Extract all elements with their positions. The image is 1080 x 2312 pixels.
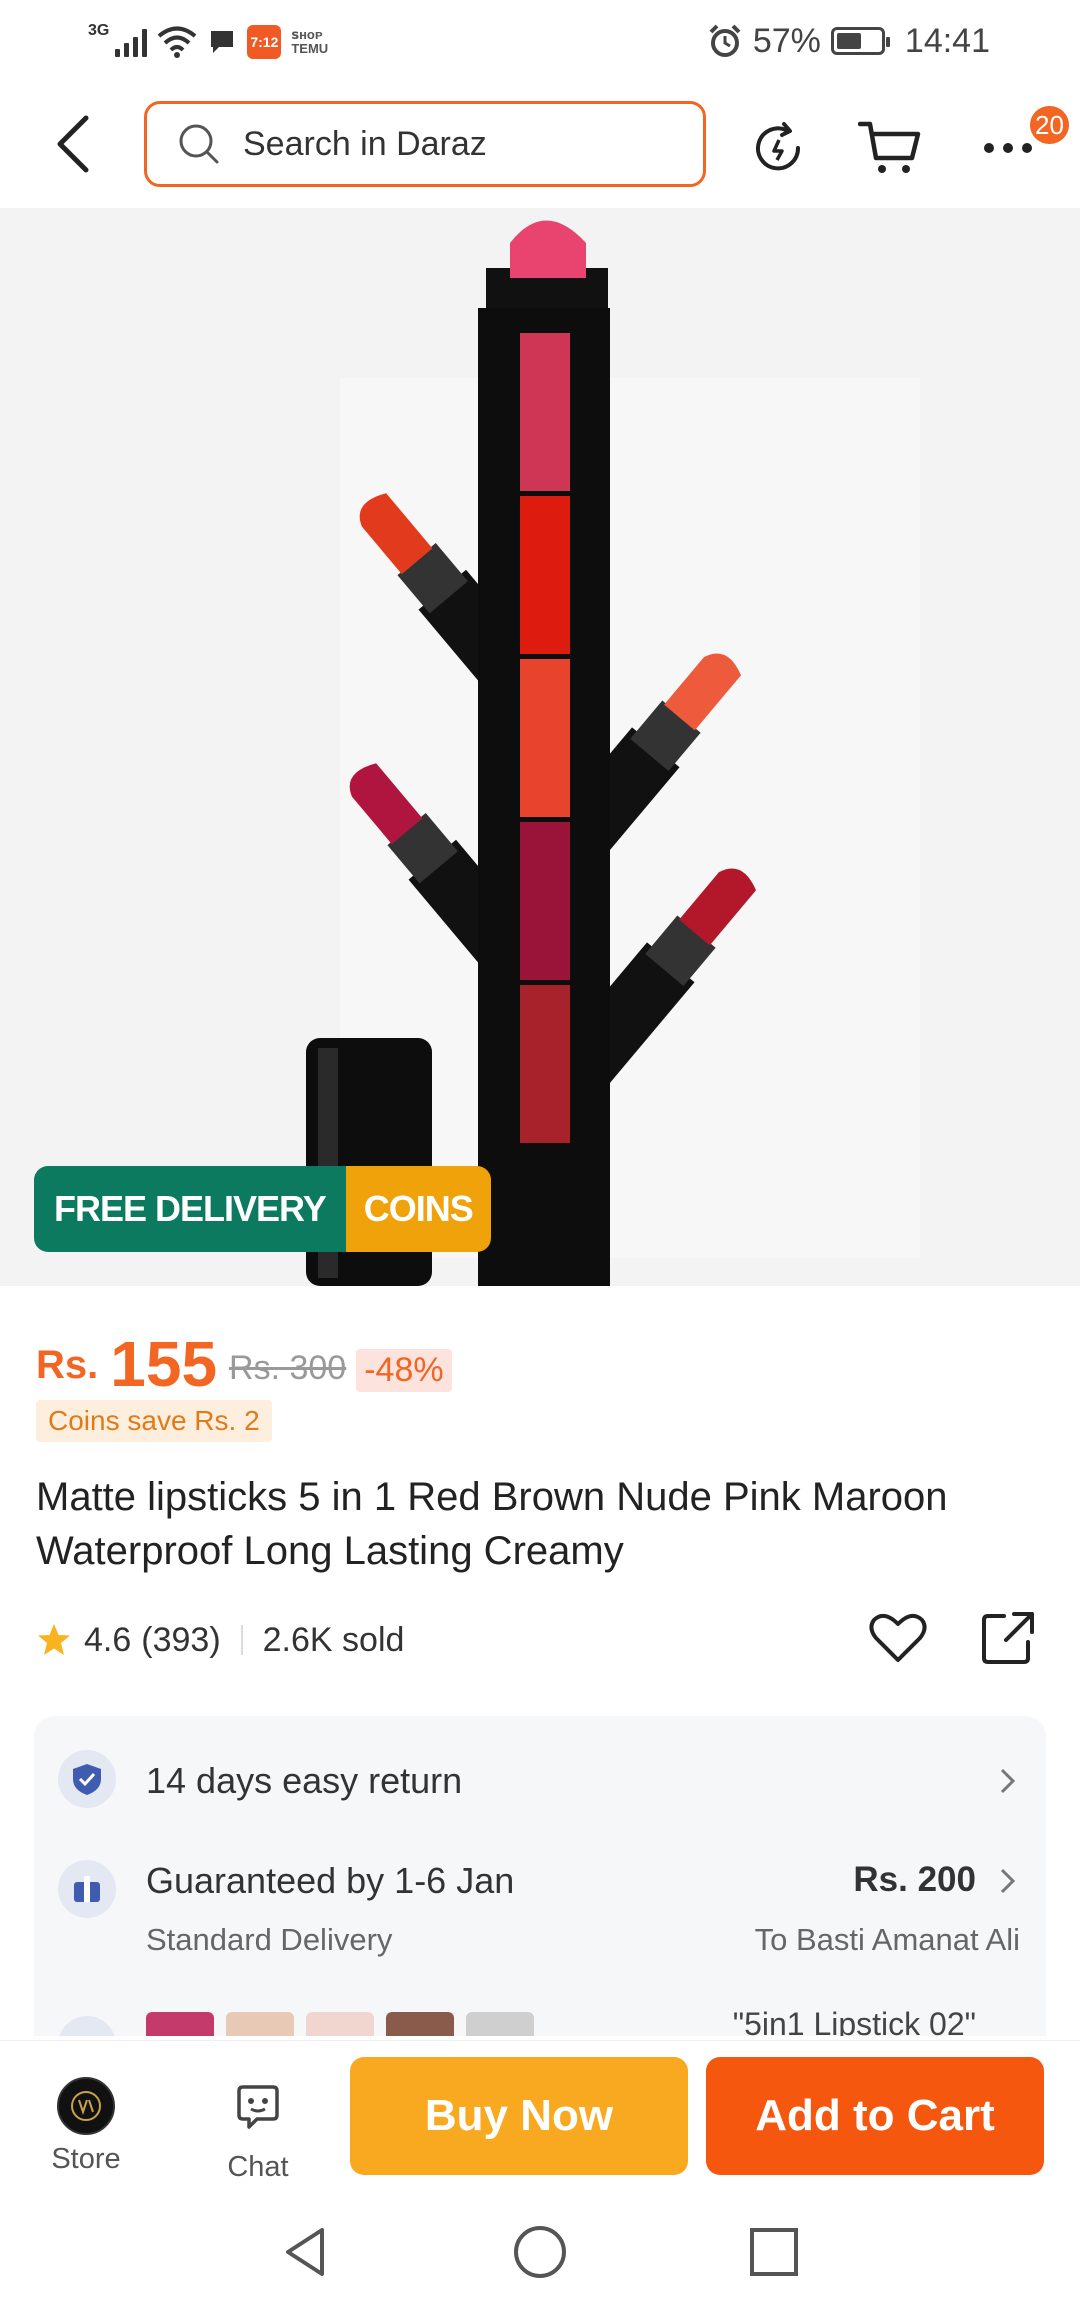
price-row: Rs. 155 Rs. 300 -48% <box>36 1316 452 1396</box>
chevron-right-icon <box>1000 1768 1016 1794</box>
share-button[interactable] <box>976 1606 1040 1670</box>
top-header: 20 <box>0 82 1080 208</box>
chat-button[interactable]: Chat <box>198 2077 318 2184</box>
history-icon <box>756 122 801 171</box>
return-policy-text: 14 days easy return <box>146 1760 463 1801</box>
more-icon <box>984 143 1032 153</box>
sold-count: 2.6K sold <box>262 1620 405 1659</box>
variant-thumb[interactable] <box>146 2012 214 2036</box>
current-price: 155 <box>110 1328 218 1400</box>
variant-icon <box>58 2016 116 2036</box>
product-image[interactable] <box>0 208 1080 1286</box>
history-button[interactable] <box>746 116 810 180</box>
store-label: Store <box>51 2143 121 2175</box>
store-avatar <box>57 2077 115 2135</box>
variant-thumb[interactable] <box>226 2012 294 2036</box>
message-icon <box>211 31 234 53</box>
rating-row[interactable]: 4.6 (393) 2.6K sold <box>36 1610 404 1670</box>
network-type: 3G <box>88 22 110 39</box>
variant-thumb[interactable] <box>306 2012 374 2036</box>
star-icon <box>38 1624 70 1655</box>
system-nav-bar <box>0 2190 1080 2312</box>
delivery-guarantee: Guaranteed by 1-6 Jan <box>146 1860 515 1901</box>
selected-variant: "5in1 Lipstick 02" <box>732 2006 976 2036</box>
nav-back-icon[interactable] <box>276 2222 336 2282</box>
rating-count: (393) <box>141 1620 221 1659</box>
cart-icon <box>858 121 921 173</box>
wishlist-button[interactable] <box>866 1606 930 1670</box>
delivery-box-icon <box>58 1860 116 1918</box>
wifi-icon <box>158 26 197 58</box>
nav-home-icon[interactable] <box>510 2222 570 2282</box>
search-box[interactable] <box>144 101 706 187</box>
notification-count-badge: 20 <box>1030 106 1069 144</box>
add-to-cart-button[interactable]: Add to Cart <box>706 2057 1044 2175</box>
store-logo-icon <box>71 2091 101 2121</box>
coins-save-badge: Coins save Rs. 2 <box>36 1400 272 1442</box>
temu-notification: ꜱʜᴏᴘ TEMU <box>291 27 329 56</box>
store-button[interactable]: Store <box>26 2077 146 2176</box>
chevron-right-icon <box>1000 1868 1016 1894</box>
divider <box>240 1625 243 1655</box>
battery-percent: 57% <box>752 21 821 60</box>
rating-score: 4.6 <box>84 1620 132 1659</box>
alarm-icon <box>709 24 741 57</box>
price-currency: Rs. <box>36 1343 99 1387</box>
variant-thumb[interactable] <box>466 2012 534 2036</box>
heart-icon <box>869 1613 927 1662</box>
status-bar: 3G 7:12 ꜱʜᴏᴘ TEMU 57% 14:41 <box>0 0 1080 82</box>
delivery-type: Standard Delivery <box>146 1922 393 1957</box>
product-title: Matte lipsticks 5 in 1 Red Brown Nude Pi… <box>36 1475 948 1573</box>
chat-label: Chat <box>227 2151 289 2183</box>
coins-tag: COINS <box>345 1166 491 1252</box>
search-icon <box>179 124 219 164</box>
cart-button[interactable] <box>858 116 922 180</box>
app-notification-icon: 7:12 <box>247 25 282 59</box>
return-policy-row[interactable]: 14 days easy return <box>34 1738 1046 1828</box>
original-price: Rs. 300 <box>229 1349 347 1387</box>
promo-tags: FREE DELIVERY COINS <box>34 1166 491 1252</box>
variant-thumbnails[interactable] <box>146 2012 534 2036</box>
service-panel: 14 days easy return Guaranteed by 1-6 Ja… <box>34 1716 1046 2036</box>
share-icon <box>982 1612 1034 1664</box>
delivery-destination: To Basti Amanat Ali <box>754 1922 1020 1957</box>
delivery-price: Rs. 200 <box>853 1860 976 1899</box>
bottom-action-bar: Store Chat Buy Now Add to Cart <box>0 2040 1080 2190</box>
discount-badge: -48% <box>356 1349 452 1392</box>
battery-icon <box>830 27 890 55</box>
delivery-row[interactable]: Guaranteed by 1-6 Jan Standard Delivery … <box>34 1846 1046 1976</box>
chat-icon <box>237 2085 279 2129</box>
variant-thumb[interactable] <box>386 2012 454 2036</box>
free-delivery-tag: FREE DELIVERY <box>34 1166 346 1252</box>
lipstick-illustration <box>306 220 920 1286</box>
shield-check-icon <box>58 1750 116 1808</box>
back-button[interactable] <box>48 112 98 176</box>
clock: 14:41 <box>904 21 990 60</box>
nav-recents-icon[interactable] <box>744 2222 804 2282</box>
back-arrow-icon <box>57 115 89 173</box>
search-input[interactable] <box>241 123 681 165</box>
buy-now-button[interactable]: Buy Now <box>350 2057 688 2175</box>
signal-icon <box>115 27 148 57</box>
